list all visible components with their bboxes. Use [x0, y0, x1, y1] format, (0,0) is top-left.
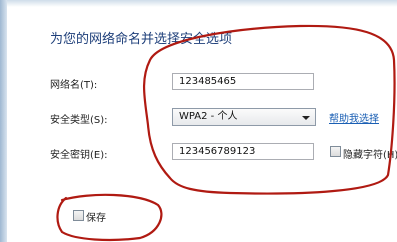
save-network-label: 保存	[86, 213, 106, 224]
window-left-border	[0, 0, 7, 242]
page-title: 为您的网络命名并选择安全选项	[50, 32, 233, 47]
chevron-down-icon	[302, 116, 310, 120]
network-name-label: 网络名(T):	[50, 80, 98, 91]
security-type-label: 安全类型(S):	[50, 115, 108, 126]
network-name-input[interactable]: 123485465	[172, 73, 314, 90]
save-network-checkbox[interactable]	[73, 210, 84, 221]
security-key-input[interactable]: 123456789123	[172, 143, 314, 160]
help-choose-link[interactable]: 帮助我选择	[329, 110, 379, 125]
hide-characters-checkbox[interactable]	[330, 146, 341, 157]
security-type-value: WPA2 - 个人	[179, 111, 238, 122]
hide-characters-label: 隐藏字符(H)	[343, 150, 397, 161]
security-type-dropdown[interactable]: WPA2 - 个人	[172, 108, 316, 126]
security-key-label: 安全密钥(E):	[50, 150, 108, 161]
window-top-border	[7, 0, 397, 7]
